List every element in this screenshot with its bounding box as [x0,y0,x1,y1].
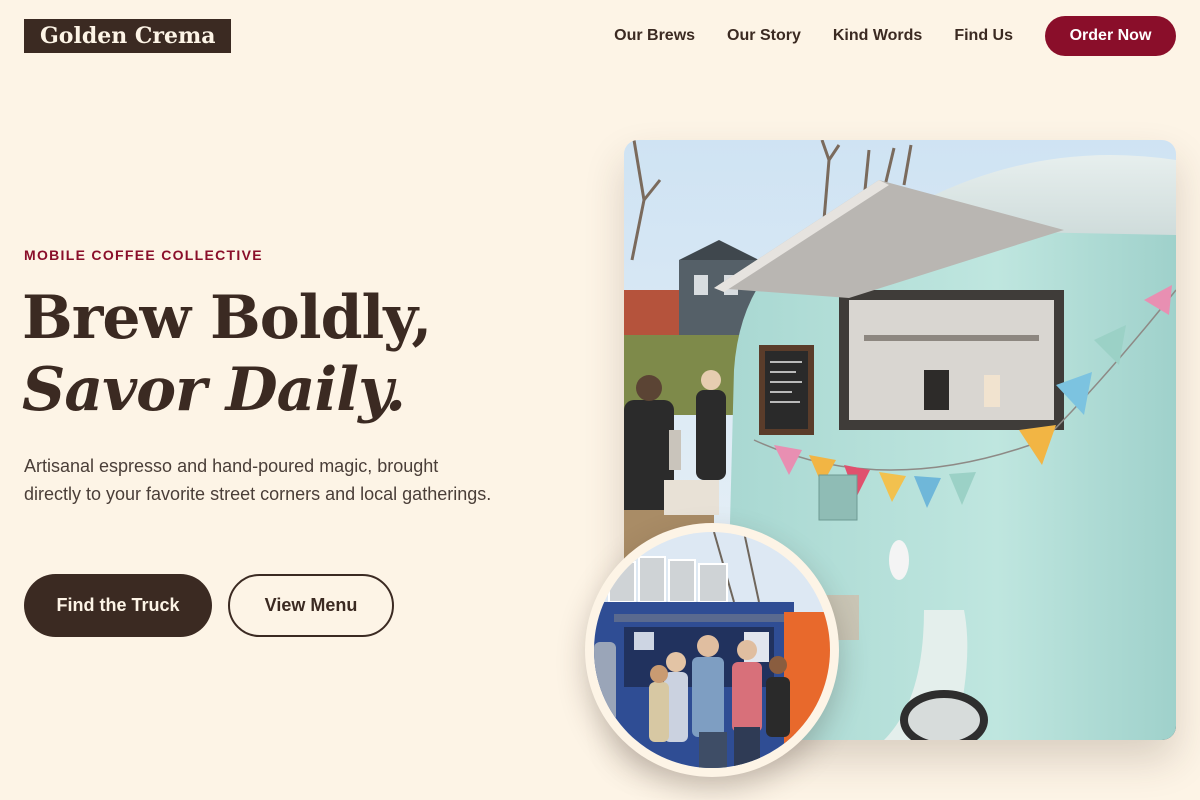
nav-link-find-us[interactable]: Find Us [954,27,1013,45]
hero-lede: Artisanal espresso and hand-poured magic… [24,456,492,504]
nav-link-our-story[interactable]: Our Story [727,27,801,45]
headline-line-1: Brew Boldly, [22,283,432,353]
brand-logo[interactable]: Golden Crema [24,19,232,53]
brand-name: Golden Crema [40,23,216,49]
order-now-button[interactable]: Order Now [1045,16,1176,56]
pizza-truck-photo [594,532,830,768]
headline-line-2: Savor Daily. [22,355,406,425]
hero-headline: Brew Boldly, Savor Daily. [22,282,432,426]
hero-eyebrow: MOBILE COFFEE COLLECTIVE [24,247,263,263]
main-nav: Our Brews Our Story Kind Words Find Us O… [614,16,1176,56]
inset-photo-frame [585,523,839,777]
nav-link-our-brews[interactable]: Our Brews [614,27,695,45]
nav-link-kind-words[interactable]: Kind Words [833,27,922,45]
find-the-truck-button[interactable]: Find the Truck [24,574,212,637]
view-menu-button[interactable]: View Menu [228,574,394,637]
